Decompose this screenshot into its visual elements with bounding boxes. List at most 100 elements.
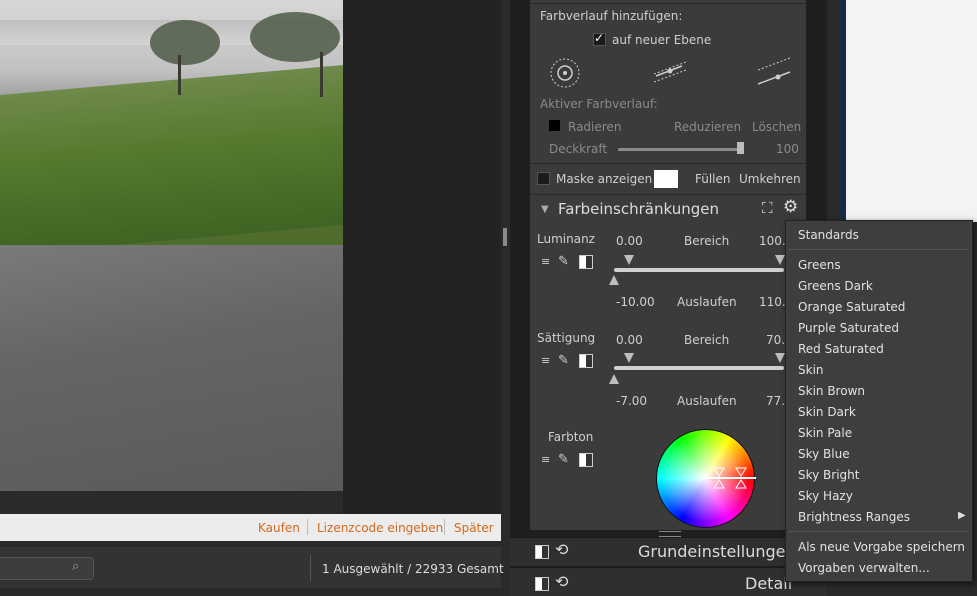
reset-icon[interactable]: ⟲ [555, 540, 568, 559]
show-mask-label: Maske anzeigen [556, 172, 653, 186]
saturation-fade-min-handle[interactable] [609, 374, 619, 384]
eyedropper-icon[interactable]: ✎ [558, 254, 569, 269]
invert-button[interactable]: Umkehren [739, 172, 801, 186]
add-gradient-label: Farbverlauf hinzufügen: [540, 9, 683, 23]
selection-count: 1 Ausgewählt / 22933 Gesamt [322, 562, 504, 576]
menu-icon[interactable]: ≡ [541, 255, 550, 268]
basic-module-title: Grundeinstellungen [638, 542, 796, 561]
luminance-fade-min-handle[interactable] [609, 275, 619, 285]
eyedropper-icon[interactable]: ✎ [558, 452, 569, 467]
erase-button[interactable]: Radieren [568, 120, 621, 134]
hue-label: Farbton [548, 430, 594, 444]
new-layer-checkbox[interactable]: ✓ [593, 31, 606, 46]
menu-item-skin-brown[interactable]: Skin Brown [798, 384, 865, 398]
module-toggle-icon[interactable] [535, 545, 549, 559]
saturation-max: 70. [766, 333, 786, 347]
menu-separator [788, 531, 968, 532]
luminance-label: Luminanz [537, 232, 595, 246]
submenu-arrow-icon: ▶ [958, 510, 966, 521]
saturation-range-label: Bereich [684, 333, 730, 347]
divider [530, 163, 806, 164]
luminance-fade-max: 110. [759, 295, 786, 309]
photo-road [0, 245, 343, 491]
mask-color-swatch[interactable] [654, 170, 678, 188]
luminance-range-min-handle[interactable] [624, 255, 634, 265]
menu-item-greens-dark[interactable]: Greens Dark [798, 279, 873, 293]
menu-item-sky-blue[interactable]: Sky Blue [798, 447, 850, 461]
later-link[interactable]: Später [454, 521, 494, 535]
luminance-range-label: Bereich [684, 234, 730, 248]
luminance-min: 0.00 [616, 234, 643, 248]
menu-item-standards[interactable]: Standards [798, 228, 859, 242]
luminance-fade-label: Auslaufen [677, 295, 737, 309]
module-toggle-icon[interactable] [535, 577, 549, 591]
menu-item-skin[interactable]: Skin [798, 363, 824, 377]
contrast-swatch-icon[interactable] [579, 453, 593, 467]
saturation-min: 0.00 [616, 333, 643, 347]
reduce-button[interactable]: Reduzieren [674, 120, 741, 134]
luminance-range-max-handle[interactable] [775, 255, 785, 265]
opacity-value: 100 [776, 142, 799, 156]
menu-item-skin-dark[interactable]: Skin Dark [798, 405, 856, 419]
fullscreen-icon[interactable]: ⛶ [762, 199, 773, 217]
license-code-link[interactable]: Lizenzcode eingeben [317, 521, 443, 535]
divider [530, 3, 806, 4]
search-icon[interactable]: ⌕ [72, 559, 79, 574]
menu-item-sky-bright[interactable]: Sky Bright [798, 468, 859, 482]
contrast-swatch-icon[interactable] [579, 255, 593, 269]
active-gradient-label: Aktiver Farbverlauf: [540, 97, 658, 111]
notice-divider [444, 519, 445, 535]
linear-gradient-icon[interactable] [652, 56, 688, 86]
delete-button[interactable]: Löschen [752, 120, 801, 134]
fill-button[interactable]: Füllen [695, 172, 731, 186]
search-input[interactable]: ⌕ [0, 557, 94, 580]
opacity-label: Deckkraft [549, 142, 608, 156]
mirrored-gradient-icon[interactable] [756, 56, 792, 86]
panel-collapse-handle[interactable] [503, 228, 507, 246]
canvas-background [343, 0, 501, 514]
divider [530, 194, 806, 195]
saturation-slider[interactable] [614, 366, 784, 370]
luminance-slider[interactable] [614, 268, 784, 272]
luminance-fade-min: -10.00 [616, 295, 655, 309]
opacity-slider-thumb[interactable] [737, 142, 744, 154]
notice-divider [307, 519, 308, 535]
luminance-max: 100. [759, 234, 786, 248]
show-mask-checkbox[interactable] [537, 172, 550, 185]
menu-item-red-saturated[interactable]: Red Saturated [798, 342, 884, 356]
photo-field [0, 64, 343, 255]
erase-color-swatch[interactable] [549, 120, 560, 131]
saturation-label: Sättigung [537, 331, 596, 345]
radial-gradient-icon[interactable] [548, 56, 582, 90]
buy-link[interactable]: Kaufen [258, 521, 300, 535]
photo-preview[interactable] [0, 0, 343, 491]
background-window [846, 0, 977, 222]
gear-icon[interactable]: ⚙ [783, 197, 798, 217]
contrast-swatch-icon[interactable] [579, 354, 593, 368]
color-restrictions-title: Farbeinschränkungen [558, 200, 719, 218]
presets-dropdown-menu [785, 220, 973, 582]
saturation-fade-min: -7.00 [616, 394, 648, 408]
menu-item-purple-saturated[interactable]: Purple Saturated [798, 321, 899, 335]
opacity-slider[interactable] [618, 148, 744, 151]
menu-icon[interactable]: ≡ [541, 354, 550, 367]
menu-item-brightness-ranges[interactable]: Brightness Ranges [798, 510, 910, 524]
menu-item-orange-saturated[interactable]: Orange Saturated [798, 300, 905, 314]
menu-icon[interactable]: ≡ [541, 453, 550, 466]
menu-item-save-new-preset[interactable]: Als neue Vorgabe speichern [798, 540, 965, 554]
menu-separator [788, 249, 968, 250]
menu-item-greens[interactable]: Greens [798, 258, 841, 272]
saturation-range-min-handle[interactable] [624, 353, 634, 363]
saturation-fade-label: Auslaufen [677, 394, 737, 408]
reset-icon[interactable]: ⟲ [555, 572, 568, 591]
saturation-range-max-handle[interactable] [775, 353, 785, 363]
eyedropper-icon[interactable]: ✎ [558, 353, 569, 368]
status-divider [310, 555, 311, 581]
collapse-triangle-icon[interactable]: ▼ [541, 204, 549, 215]
menu-item-manage-presets[interactable]: Vorgaben verwalten... [798, 561, 930, 575]
hue-range-handles[interactable] [700, 464, 760, 492]
new-layer-label: auf neuer Ebene [612, 33, 712, 47]
menu-item-sky-hazy[interactable]: Sky Hazy [798, 489, 853, 503]
saturation-fade-max: 77. [766, 394, 786, 408]
menu-item-skin-pale[interactable]: Skin Pale [798, 426, 852, 440]
